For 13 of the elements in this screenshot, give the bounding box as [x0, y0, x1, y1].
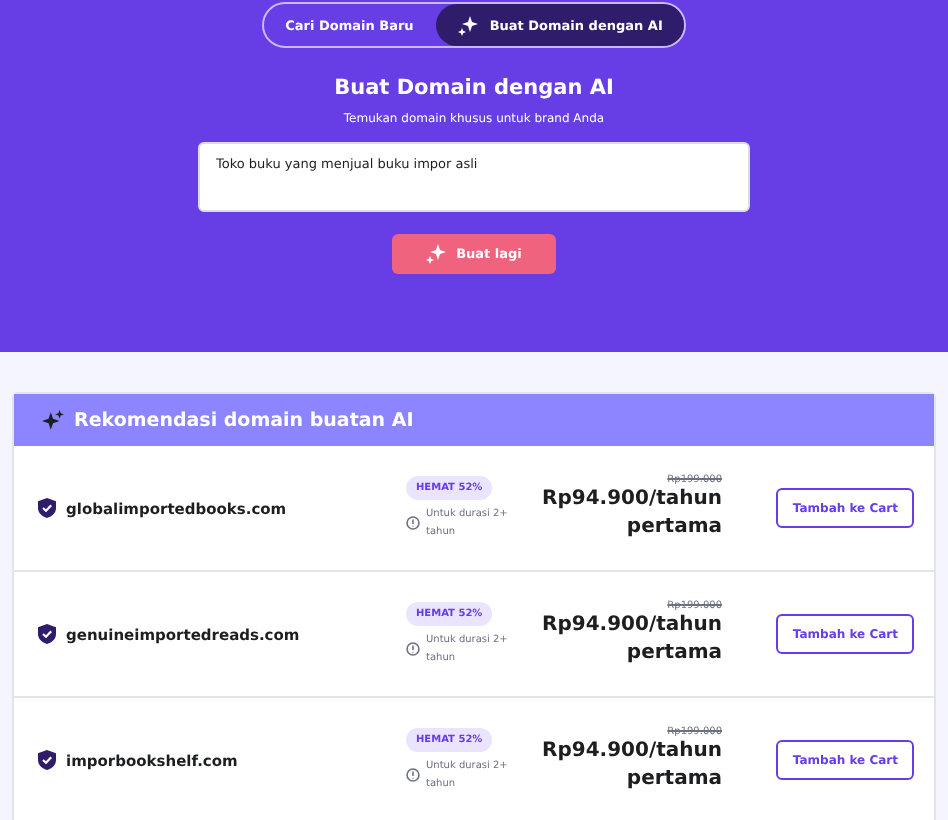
info-icon	[406, 516, 420, 530]
info-icon	[406, 768, 420, 782]
sparkle-icon	[42, 409, 64, 431]
card-title: Rekomendasi domain buatan AI	[74, 409, 414, 431]
shield-check-icon	[38, 624, 56, 644]
info-icon	[406, 642, 420, 656]
price: Rp94.900/tahun pertama	[540, 738, 722, 794]
shield-check-icon	[38, 498, 56, 518]
heading: Buat Domain dengan AI	[334, 76, 614, 100]
price: Rp94.900/tahun pertama	[540, 486, 722, 542]
shield-check-icon	[38, 750, 56, 770]
price: Rp94.900/tahun pertama	[540, 612, 722, 668]
sparkle-icon	[426, 244, 447, 264]
